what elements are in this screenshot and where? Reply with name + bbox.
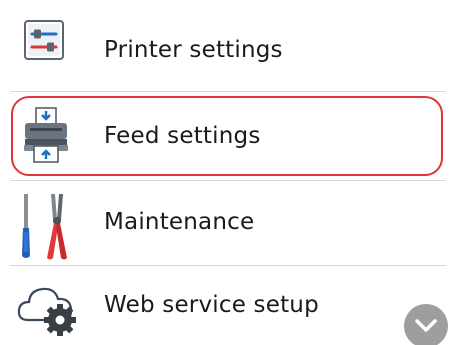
scroll-down-button[interactable]	[404, 304, 448, 345]
menu-item-printer-settings[interactable]: Printer settings	[0, 12, 456, 90]
printer-settings-icon	[24, 20, 64, 64]
menu-item-label: Maintenance	[104, 209, 255, 235]
chevron-down-icon	[414, 317, 438, 339]
maintenance-tools-icon	[14, 190, 84, 266]
menu-item-maintenance[interactable]: Maintenance	[0, 182, 456, 264]
feed-settings-icon	[22, 106, 70, 168]
menu-item-label: Printer settings	[104, 37, 283, 63]
menu-item-web-service-setup[interactable]: Web service setup	[0, 268, 456, 345]
menu-item-feed-settings[interactable]: Feed settings	[0, 92, 456, 180]
divider	[10, 265, 446, 266]
menu-item-label: Web service setup	[104, 292, 319, 318]
menu-item-label: Feed settings	[104, 123, 261, 149]
divider	[10, 180, 446, 181]
menu-screen: Printer settings Feed settings Maintenan…	[0, 0, 456, 345]
cloud-gear-icon	[14, 276, 84, 342]
